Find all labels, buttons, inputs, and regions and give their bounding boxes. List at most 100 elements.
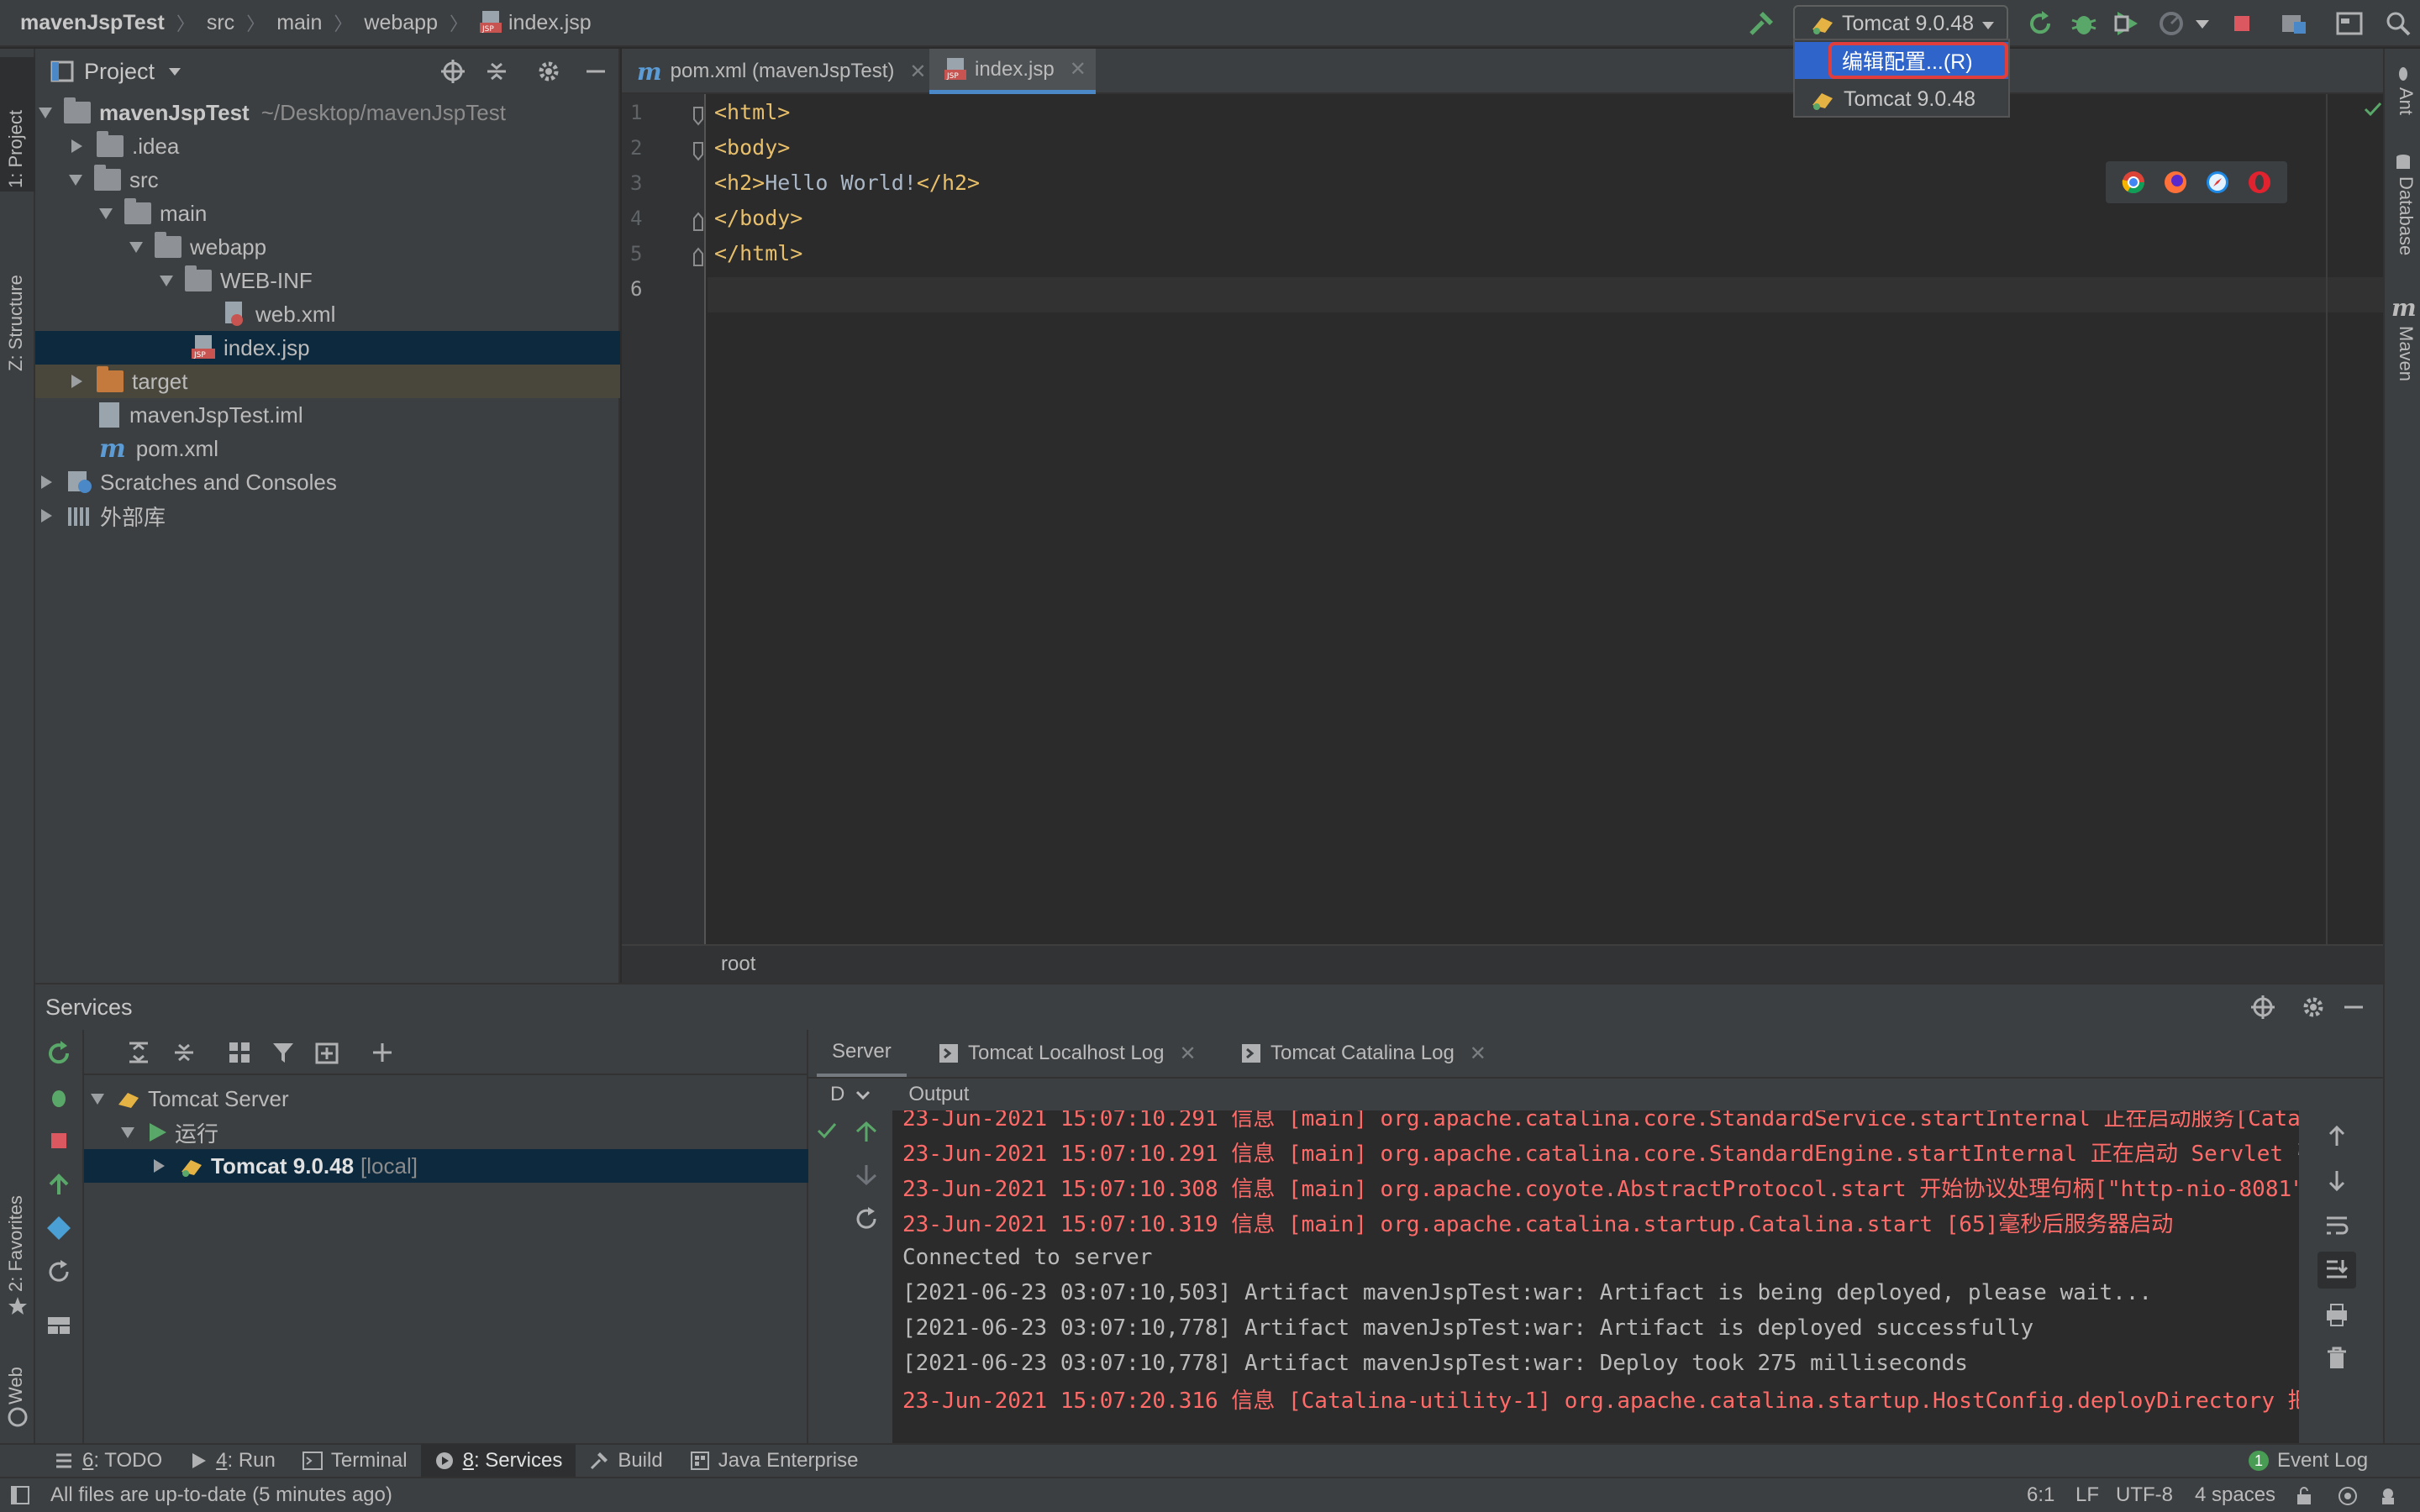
services-tool-button[interactable]: 8: Services	[420, 1444, 576, 1478]
tree-item-project-root[interactable]: mavenJspTest ~/Desktop/mavenJspTest	[35, 96, 620, 129]
project-panel-title[interactable]: Project	[84, 59, 155, 85]
expanded-arrow-icon[interactable]	[121, 1126, 134, 1138]
web-tool-button[interactable]: Web	[5, 1367, 27, 1404]
rerun-icon[interactable]	[45, 1040, 72, 1067]
terminal-tool-button[interactable]: Terminal	[289, 1444, 421, 1478]
opera-icon[interactable]	[2247, 170, 2272, 195]
deploy-icon[interactable]	[45, 1171, 72, 1198]
fold-marker-icon[interactable]	[692, 212, 704, 232]
console-output[interactable]: 23-Jun-2021 15:07:10.291 信息 [main] org.a…	[892, 1110, 2299, 1445]
fold-marker-icon[interactable]	[692, 106, 704, 126]
project-structure-icon[interactable]	[2279, 8, 2309, 39]
group-by-icon[interactable]	[227, 1040, 252, 1065]
hide-panel-icon[interactable]	[583, 59, 608, 84]
expanded-arrow-icon[interactable]	[99, 207, 113, 219]
line-separator[interactable]: LF	[2075, 1483, 2099, 1507]
expanded-arrow-icon[interactable]	[91, 1093, 104, 1105]
indent-setting[interactable]: 4 spaces	[2195, 1483, 2275, 1507]
tomcat-configuration-item[interactable]: Tomcat 9.0.48	[1795, 81, 2008, 118]
expanded-arrow-icon[interactable]	[39, 107, 52, 118]
coverage-icon[interactable]	[2112, 8, 2143, 39]
tab-tomcat-catalina-log[interactable]: Tomcat Catalina Log ✕	[1225, 1030, 1502, 1077]
collapse-all-icon[interactable]	[484, 59, 509, 84]
todo-tool-button[interactable]: 6: TODO	[40, 1444, 176, 1478]
memory-indicator-icon[interactable]	[2378, 1486, 2398, 1506]
services-item-tomcat-instance[interactable]: Tomcat 9.0.48 [local]	[84, 1149, 808, 1183]
stop-icon[interactable]	[45, 1127, 72, 1154]
refresh-icon[interactable]	[45, 1258, 72, 1285]
collapse-all-icon[interactable]	[171, 1040, 197, 1065]
profiler-icon[interactable]	[2156, 8, 2186, 39]
deploy-icon[interactable]	[854, 1119, 879, 1144]
refresh-icon[interactable]	[854, 1206, 879, 1231]
tree-item-idea[interactable]: .idea	[35, 129, 620, 163]
breadcrumb-main[interactable]: main	[276, 11, 322, 35]
project-tool-button[interactable]: 1: Project	[5, 110, 27, 188]
chrome-icon[interactable]	[2121, 170, 2146, 195]
filter-icon[interactable]	[271, 1040, 296, 1065]
services-item-tomcat-server[interactable]: Tomcat Server	[84, 1082, 808, 1116]
add-service-icon[interactable]	[370, 1040, 395, 1065]
tab-server[interactable]: Server	[817, 1030, 907, 1077]
tree-item-external-libraries[interactable]: 外部库	[35, 499, 620, 533]
breadcrumb-file[interactable]: JSP index.jsp	[480, 11, 592, 35]
safari-icon[interactable]	[2205, 170, 2230, 195]
java-enterprise-tool-button[interactable]: Java Enterprise	[676, 1444, 872, 1478]
tree-item-main[interactable]: main	[35, 197, 620, 230]
debug-bug-icon[interactable]	[45, 1084, 72, 1110]
inspection-icon[interactable]	[2338, 1486, 2360, 1506]
locate-icon[interactable]	[2250, 995, 2275, 1020]
tree-item-web-xml[interactable]: web.xml	[35, 297, 620, 331]
collapsed-arrow-icon[interactable]	[154, 1159, 165, 1173]
chevron-down-icon[interactable]	[2193, 8, 2212, 39]
close-icon[interactable]: ✕	[1070, 57, 1086, 81]
status-message[interactable]: All files are up-to-date (5 minutes ago)	[50, 1483, 392, 1507]
fold-marker-icon[interactable]	[692, 141, 704, 161]
deployment-column-header[interactable]: D	[830, 1083, 844, 1106]
collapsed-arrow-icon[interactable]	[41, 509, 52, 522]
tree-item-index-jsp[interactable]: JSP index.jsp	[35, 331, 620, 365]
code-editor[interactable]: <html> <body> <h2> Hello World! </h2> </bo…	[708, 94, 2383, 944]
new-group-icon[interactable]	[314, 1040, 339, 1065]
close-icon[interactable]: ✕	[909, 60, 926, 84]
event-log-tool-button[interactable]: 1 Event Log	[2235, 1444, 2381, 1478]
trash-icon[interactable]	[2324, 1346, 2349, 1371]
undeploy-icon[interactable]	[854, 1163, 879, 1188]
tree-item-target[interactable]: target	[35, 365, 620, 398]
locate-icon[interactable]	[440, 59, 466, 84]
collapsed-arrow-icon[interactable]	[71, 375, 82, 388]
breadcrumb-src[interactable]: src	[207, 11, 234, 35]
expanded-arrow-icon[interactable]	[129, 241, 143, 253]
tab-pom-xml[interactable]: m pom.xml (mavenJspTest) ✕	[622, 49, 929, 94]
close-icon[interactable]: ✕	[1179, 1042, 1196, 1066]
presentation-mode-icon[interactable]	[2334, 8, 2365, 39]
lock-icon[interactable]	[2294, 1486, 2314, 1506]
run-tool-button[interactable]: 4: Run	[176, 1444, 289, 1478]
tree-item-pom[interactable]: m pom.xml	[35, 432, 620, 465]
database-tool-button[interactable]: Database	[2395, 176, 2417, 255]
search-icon[interactable]	[2383, 8, 2413, 39]
maven-tool-button[interactable]: Maven	[2395, 326, 2417, 381]
expand-all-icon[interactable]	[126, 1040, 151, 1065]
tool-windows-toggle-icon[interactable]	[10, 1485, 30, 1505]
collapsed-arrow-icon[interactable]	[41, 475, 52, 489]
ant-tool-button[interactable]: Ant	[2395, 87, 2417, 115]
arrow-down-icon[interactable]	[2324, 1168, 2349, 1193]
breadcrumb-webapp[interactable]: webapp	[364, 11, 438, 35]
tree-item-scratches[interactable]: Scratches and Consoles	[35, 465, 620, 499]
tree-item-src[interactable]: src	[35, 163, 620, 197]
arrow-up-icon[interactable]	[2324, 1124, 2349, 1149]
structure-tool-button[interactable]: Z: Structure	[5, 275, 27, 371]
build-tool-button[interactable]: Build	[576, 1444, 676, 1478]
expanded-arrow-icon[interactable]	[160, 275, 173, 286]
caret-position[interactable]: 6:1	[2027, 1483, 2054, 1507]
services-item-running[interactable]: 运行	[84, 1116, 808, 1149]
fold-marker-icon[interactable]	[692, 247, 704, 267]
scroll-to-end-icon[interactable]	[2324, 1257, 2349, 1282]
gear-icon[interactable]	[536, 59, 561, 84]
checkmark-icon[interactable]	[2363, 99, 2383, 119]
gear-icon[interactable]	[2301, 995, 2326, 1020]
tree-item-web-inf[interactable]: WEB-INF	[35, 264, 620, 297]
hide-panel-icon[interactable]	[2341, 995, 2366, 1020]
collapsed-arrow-icon[interactable]	[71, 139, 82, 153]
